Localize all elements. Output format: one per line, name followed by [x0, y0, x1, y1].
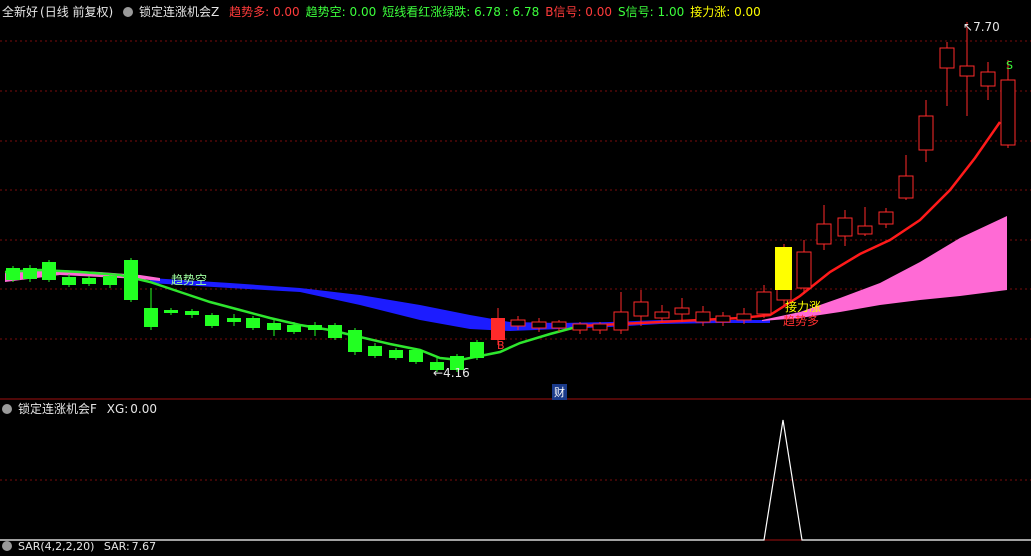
xg-value: 0.00	[130, 402, 158, 416]
indicator-values: 趋势多: 0.00 趋势空: 0.00 短线看红涨绿跌: 6.78 : 6.78 B信…	[229, 5, 767, 19]
collapse-circle-icon[interactable]	[123, 7, 134, 17]
header-value-1: 趋势空: 0.00	[305, 5, 377, 19]
sub-panel-header: 锁定连涨机会F XG: 0.00	[2, 400, 163, 418]
candle-body	[205, 315, 219, 326]
candle-body	[348, 330, 362, 352]
candle-body	[6, 268, 20, 280]
candle-body	[510, 319, 526, 327]
candle-body	[491, 318, 505, 340]
indicator-header: 全新好 (日线 前复权) 锁定连涨机会Z 趋势多: 0.00 趋势空: 0.00 短线…	[2, 3, 773, 21]
candle-body	[23, 268, 37, 279]
candle-body	[328, 325, 342, 338]
candle-body	[939, 47, 955, 69]
candles-group	[6, 22, 1016, 372]
candle-body	[736, 313, 752, 321]
candle-body	[124, 260, 138, 300]
candle-body	[144, 308, 158, 327]
candle-body	[287, 325, 301, 332]
candle-body	[816, 223, 832, 245]
candle-body	[572, 323, 588, 331]
trend-long-label: 趋势多	[783, 314, 820, 328]
kline-chart-canvas[interactable]	[0, 0, 1031, 548]
candle-body	[267, 323, 281, 330]
arrow-icon: ↖	[963, 20, 974, 34]
finance-marker[interactable]: 财	[552, 384, 567, 400]
sell-marker: S	[1006, 59, 1013, 72]
sar-value-label: SAR:	[103, 540, 130, 553]
candle-body	[674, 307, 690, 315]
candle-body	[878, 211, 894, 225]
candle-body	[756, 291, 772, 315]
candle-body	[959, 65, 975, 77]
arrow-icon: ←	[433, 366, 444, 380]
sub-indicator-name: 锁定连涨机会F	[18, 402, 97, 416]
bear-band	[150, 278, 770, 331]
candle-body	[227, 318, 241, 322]
candle-body	[164, 310, 178, 313]
candle-body	[470, 342, 484, 358]
low-price-label: ←4.16	[433, 366, 470, 380]
candle-body	[715, 315, 731, 323]
trend-short-label: 趋势空	[171, 273, 208, 287]
high-price-label: ↖7.70	[963, 20, 1000, 34]
header-value-4: S信号: 1.00	[618, 5, 685, 19]
xg-label: XG:	[106, 402, 129, 416]
candle-body	[613, 311, 629, 331]
sar-value: 7.67	[131, 540, 157, 553]
candle-body	[796, 251, 812, 289]
candle-body	[837, 217, 853, 237]
indicator-name: 锁定连涨机会Z	[139, 5, 220, 19]
candle-body	[531, 321, 547, 329]
candle-body	[308, 325, 322, 330]
candle-body	[82, 278, 96, 284]
candle-body	[695, 311, 711, 323]
collapse-circle-icon[interactable]	[2, 541, 12, 551]
candle-body	[592, 323, 608, 331]
candle-body	[368, 346, 382, 356]
header-value-0: 趋势多: 0.00	[229, 5, 300, 19]
candle-body	[1000, 79, 1016, 146]
buy-marker: B	[497, 339, 505, 352]
candle-body	[185, 311, 199, 315]
header-value-5: 接力涨: 0.00	[690, 5, 761, 19]
candle-body	[654, 311, 670, 319]
candle-body	[633, 301, 649, 317]
candle-body	[103, 276, 117, 285]
candle-body	[246, 318, 260, 328]
sar-label: SAR(4,2,2,20)	[18, 540, 95, 553]
candle-body	[898, 175, 914, 199]
yellow-relay-box	[775, 247, 792, 290]
candle-body	[389, 350, 403, 358]
candle-body	[62, 277, 76, 285]
candle-body	[42, 262, 56, 280]
candle-body	[980, 71, 996, 87]
header-value-2: 短线看红涨绿跌: 6.78 : 6.78	[382, 5, 540, 19]
period-label: (日线 前复权)	[40, 5, 114, 19]
header-value-3: B信号: 0.00	[545, 5, 613, 19]
collapse-circle-icon[interactable]	[2, 404, 12, 414]
candle-body	[551, 321, 567, 329]
candle-body	[918, 115, 934, 151]
stock-name: 全新好	[2, 5, 39, 19]
bottom-panel-header: SAR(4,2,2,20) SAR: 7.67	[2, 538, 162, 556]
candle-body	[857, 225, 873, 235]
candle-body	[409, 350, 423, 362]
